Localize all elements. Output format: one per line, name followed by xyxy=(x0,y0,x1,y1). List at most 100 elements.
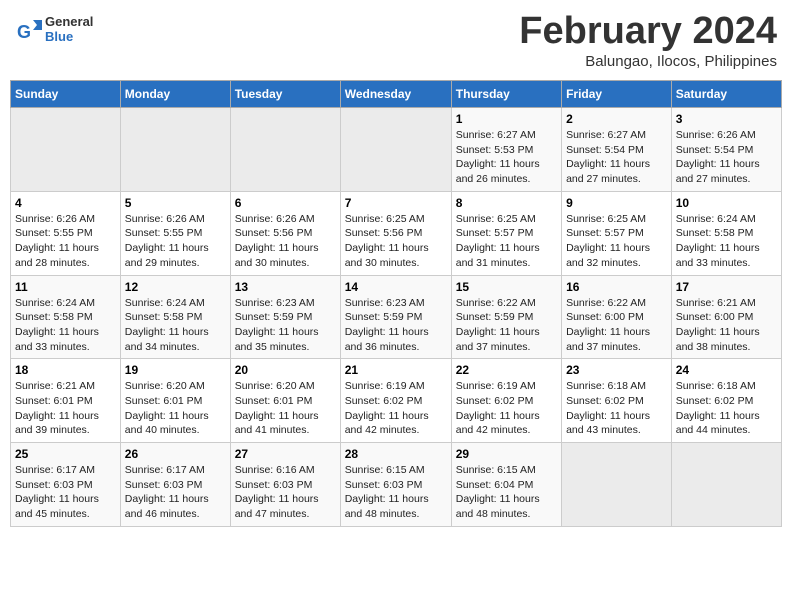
day-info: Sunrise: 6:26 AMSunset: 5:55 PMDaylight:… xyxy=(125,212,226,271)
day-info: Sunrise: 6:26 AMSunset: 5:56 PMDaylight:… xyxy=(235,212,336,271)
day-number: 28 xyxy=(345,447,447,461)
day-info: Sunrise: 6:24 AMSunset: 5:58 PMDaylight:… xyxy=(125,296,226,355)
calendar-cell: 3 Sunrise: 6:26 AMSunset: 5:54 PMDaylight… xyxy=(671,108,781,192)
calendar-cell: 29 Sunrise: 6:15 AMSunset: 6:04 PMDayligh… xyxy=(451,443,561,527)
calendar-cell: 26 Sunrise: 6:17 AMSunset: 6:03 PMDayligh… xyxy=(120,443,230,527)
day-info: Sunrise: 6:25 AMSunset: 5:56 PMDaylight:… xyxy=(345,212,447,271)
day-number: 9 xyxy=(566,196,667,210)
calendar-subtitle: Balungao, Ilocos, Philippines xyxy=(519,53,777,70)
calendar-cell: 23Sunrise: 6:18 AMSunset: 6:02 PMDayligh… xyxy=(562,359,672,443)
day-number: 26 xyxy=(125,447,226,461)
calendar-cell: 11 Sunrise: 6:24 AMSunset: 5:58 PMDayligh… xyxy=(11,275,121,359)
day-info: Sunrise: 6:15 AMSunset: 6:04 PMDaylight:… xyxy=(456,463,557,522)
calendar-cell: 6 Sunrise: 6:26 AMSunset: 5:56 PMDaylight… xyxy=(230,191,340,275)
day-number: 22 xyxy=(456,363,557,377)
calendar-cell xyxy=(340,108,451,192)
day-number: 18 xyxy=(15,363,116,377)
day-info: Sunrise: 6:26 AMSunset: 5:54 PMDaylight:… xyxy=(676,128,777,187)
calendar-week-row: 18Sunrise: 6:21 AMSunset: 6:01 PMDayligh… xyxy=(11,359,782,443)
day-number: 17 xyxy=(676,280,777,294)
calendar-cell: 13 Sunrise: 6:23 AMSunset: 5:59 PMDayligh… xyxy=(230,275,340,359)
day-info: Sunrise: 6:26 AMSunset: 5:55 PMDaylight:… xyxy=(15,212,116,271)
calendar-cell: 22 Sunrise: 6:19 AMSunset: 6:02 PMDayligh… xyxy=(451,359,561,443)
day-number: 25 xyxy=(15,447,116,461)
day-number: 6 xyxy=(235,196,336,210)
title-block: February 2024 Balungao, Ilocos, Philippi… xyxy=(519,10,777,70)
day-info: Sunrise: 6:19 AMSunset: 6:02 PMDaylight:… xyxy=(456,379,557,438)
calendar-title: February 2024 xyxy=(519,10,777,53)
day-number: 13 xyxy=(235,280,336,294)
weekday-header-saturday: Saturday xyxy=(671,81,781,108)
day-number: 27 xyxy=(235,447,336,461)
day-number: 10 xyxy=(676,196,777,210)
svg-text:G: G xyxy=(17,22,31,42)
calendar-cell: 14Sunrise: 6:23 AMSunset: 5:59 PMDayligh… xyxy=(340,275,451,359)
day-info: Sunrise: 6:21 AMSunset: 6:00 PMDaylight:… xyxy=(676,296,777,355)
calendar-cell: 20 Sunrise: 6:20 AMSunset: 6:01 PMDayligh… xyxy=(230,359,340,443)
day-number: 14 xyxy=(345,280,447,294)
logo-line2: Blue xyxy=(45,30,93,45)
weekday-header-friday: Friday xyxy=(562,81,672,108)
day-info: Sunrise: 6:25 AMSunset: 5:57 PMDaylight:… xyxy=(566,212,667,271)
calendar-cell: 27 Sunrise: 6:16 AMSunset: 6:03 PMDayligh… xyxy=(230,443,340,527)
day-info: Sunrise: 6:27 AMSunset: 5:53 PMDaylight:… xyxy=(456,128,557,187)
calendar-cell xyxy=(230,108,340,192)
calendar-week-row: 25 Sunrise: 6:17 AMSunset: 6:03 PMDayligh… xyxy=(11,443,782,527)
day-info: Sunrise: 6:23 AMSunset: 5:59 PMDaylight:… xyxy=(235,296,336,355)
calendar-cell xyxy=(11,108,121,192)
calendar-cell: 1 Sunrise: 6:27 AMSunset: 5:53 PMDaylight… xyxy=(451,108,561,192)
day-number: 15 xyxy=(456,280,557,294)
day-number: 29 xyxy=(456,447,557,461)
page-header: G General Blue February 2024 Balungao, I… xyxy=(10,10,782,70)
weekday-header-monday: Monday xyxy=(120,81,230,108)
calendar-cell: 15Sunrise: 6:22 AMSunset: 5:59 PMDayligh… xyxy=(451,275,561,359)
calendar-cell: 7 Sunrise: 6:25 AMSunset: 5:56 PMDaylight… xyxy=(340,191,451,275)
calendar-cell: 28 Sunrise: 6:15 AMSunset: 6:03 PMDayligh… xyxy=(340,443,451,527)
day-number: 19 xyxy=(125,363,226,377)
weekday-header-wednesday: Wednesday xyxy=(340,81,451,108)
calendar-cell: 19Sunrise: 6:20 AMSunset: 6:01 PMDayligh… xyxy=(120,359,230,443)
calendar-cell: 24Sunrise: 6:18 AMSunset: 6:02 PMDayligh… xyxy=(671,359,781,443)
day-info: Sunrise: 6:24 AMSunset: 5:58 PMDaylight:… xyxy=(15,296,116,355)
day-number: 20 xyxy=(235,363,336,377)
day-number: 16 xyxy=(566,280,667,294)
weekday-header-row: SundayMondayTuesdayWednesdayThursdayFrid… xyxy=(11,81,782,108)
calendar-week-row: 11 Sunrise: 6:24 AMSunset: 5:58 PMDayligh… xyxy=(11,275,782,359)
calendar-cell: 5 Sunrise: 6:26 AMSunset: 5:55 PMDaylight… xyxy=(120,191,230,275)
logo-line1: General xyxy=(45,15,93,30)
day-info: Sunrise: 6:22 AMSunset: 6:00 PMDaylight:… xyxy=(566,296,667,355)
calendar-cell: 16 Sunrise: 6:22 AMSunset: 6:00 PMDayligh… xyxy=(562,275,672,359)
calendar-cell: 25 Sunrise: 6:17 AMSunset: 6:03 PMDayligh… xyxy=(11,443,121,527)
weekday-header-tuesday: Tuesday xyxy=(230,81,340,108)
calendar-week-row: 4 Sunrise: 6:26 AMSunset: 5:55 PMDaylight… xyxy=(11,191,782,275)
day-info: Sunrise: 6:17 AMSunset: 6:03 PMDaylight:… xyxy=(15,463,116,522)
calendar-cell: 12Sunrise: 6:24 AMSunset: 5:58 PMDayligh… xyxy=(120,275,230,359)
day-number: 5 xyxy=(125,196,226,210)
calendar-cell: 4 Sunrise: 6:26 AMSunset: 5:55 PMDaylight… xyxy=(11,191,121,275)
day-number: 4 xyxy=(15,196,116,210)
day-number: 21 xyxy=(345,363,447,377)
day-info: Sunrise: 6:19 AMSunset: 6:02 PMDaylight:… xyxy=(345,379,447,438)
day-number: 2 xyxy=(566,112,667,126)
day-info: Sunrise: 6:27 AMSunset: 5:54 PMDaylight:… xyxy=(566,128,667,187)
calendar-cell: 17 Sunrise: 6:21 AMSunset: 6:00 PMDayligh… xyxy=(671,275,781,359)
calendar-cell: 10 Sunrise: 6:24 AMSunset: 5:58 PMDayligh… xyxy=(671,191,781,275)
day-number: 11 xyxy=(15,280,116,294)
calendar-cell xyxy=(671,443,781,527)
day-number: 1 xyxy=(456,112,557,126)
weekday-header-thursday: Thursday xyxy=(451,81,561,108)
day-number: 24 xyxy=(676,363,777,377)
day-info: Sunrise: 6:15 AMSunset: 6:03 PMDaylight:… xyxy=(345,463,447,522)
day-info: Sunrise: 6:24 AMSunset: 5:58 PMDaylight:… xyxy=(676,212,777,271)
day-info: Sunrise: 6:16 AMSunset: 6:03 PMDaylight:… xyxy=(235,463,336,522)
day-info: Sunrise: 6:20 AMSunset: 6:01 PMDaylight:… xyxy=(235,379,336,438)
calendar-week-row: 1 Sunrise: 6:27 AMSunset: 5:53 PMDaylight… xyxy=(11,108,782,192)
day-number: 3 xyxy=(676,112,777,126)
day-number: 7 xyxy=(345,196,447,210)
day-number: 23 xyxy=(566,363,667,377)
day-number: 8 xyxy=(456,196,557,210)
day-info: Sunrise: 6:17 AMSunset: 6:03 PMDaylight:… xyxy=(125,463,226,522)
calendar-table: SundayMondayTuesdayWednesdayThursdayFrid… xyxy=(10,80,782,527)
calendar-cell: 9 Sunrise: 6:25 AMSunset: 5:57 PMDaylight… xyxy=(562,191,672,275)
logo: G General Blue xyxy=(15,15,93,45)
